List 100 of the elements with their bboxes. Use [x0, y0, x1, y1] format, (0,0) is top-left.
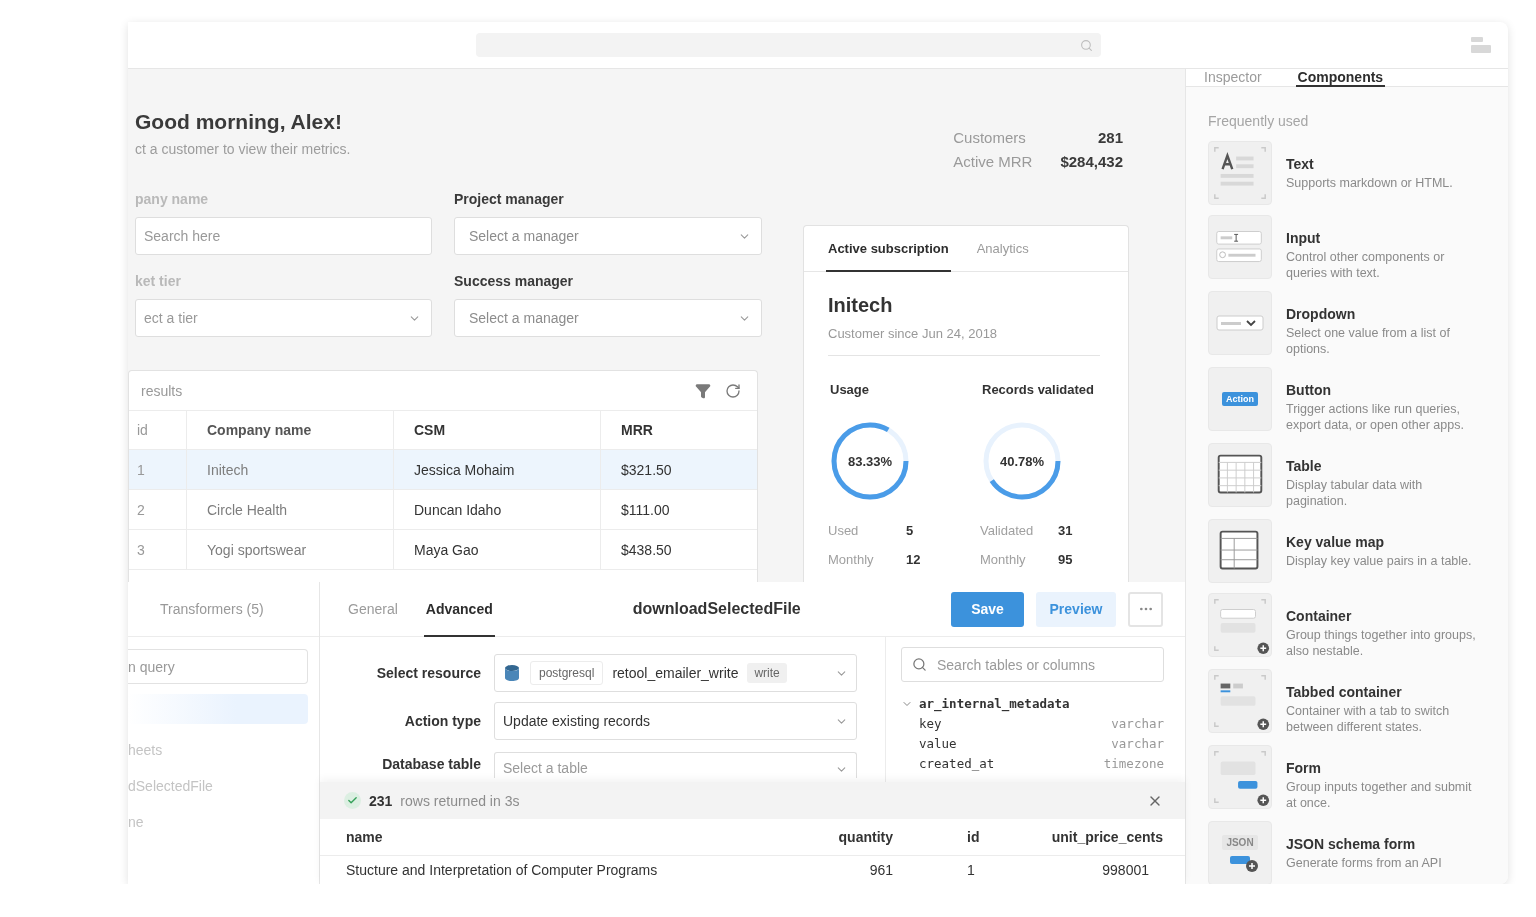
component-tile[interactable]	[1208, 593, 1272, 657]
action-button-icon: Action	[1222, 392, 1258, 406]
metric-label: Monthly	[828, 552, 875, 567]
select-field[interactable]: Select a manager	[454, 217, 762, 255]
component-tile[interactable]	[1208, 291, 1272, 355]
select-field[interactable]: Select a manager	[454, 299, 762, 337]
column-name: created_at	[919, 756, 995, 771]
column-name: value	[919, 736, 957, 751]
component-tile[interactable]: JSON	[1208, 821, 1272, 884]
table-cell: Circle Health	[186, 490, 393, 529]
field-label: Action type	[403, 713, 481, 729]
component-description: Select one value from a list of options.	[1286, 325, 1451, 357]
tab[interactable]: Components	[1295, 69, 1386, 87]
column-header: id	[966, 829, 981, 846]
component-description: Generate forms from an API	[1286, 855, 1443, 871]
greeting-title: Good morning, Alex!	[135, 109, 343, 135]
metric-label: Used	[828, 523, 860, 538]
save-button[interactable]: Save	[951, 591, 1024, 627]
metric-value: 5	[906, 523, 915, 538]
table-row[interactable]: 1 Initech Jessica Mohaim $321.50	[129, 450, 757, 490]
table-cell: Yogi sportswear	[186, 530, 393, 569]
table-row[interactable]: 2 Circle Health Duncan Idaho $111.00	[129, 490, 757, 530]
column-name: key	[919, 716, 942, 731]
query-item[interactable]: dSelectedFile	[128, 768, 308, 804]
table-name[interactable]: ar_internal_metadata	[919, 696, 1070, 711]
success-check-icon	[344, 792, 361, 810]
field-label: ket tier	[135, 273, 182, 289]
table-cell-text: 1	[966, 861, 976, 878]
select-field[interactable]: Update existing records	[494, 702, 857, 740]
column-header: Company name	[186, 411, 393, 449]
column-header: MRR	[600, 411, 757, 449]
query-item[interactable]: ne	[128, 804, 308, 840]
column-header: name	[346, 829, 384, 846]
dropdown-icon	[1216, 315, 1264, 331]
column-header: id	[136, 421, 149, 440]
metric-value: 12	[906, 552, 922, 567]
search-field[interactable]: n query	[128, 649, 308, 684]
component-name: Button	[1286, 382, 1333, 398]
table-cell: Jessica Mohaim	[393, 450, 600, 489]
preview-button[interactable]: Preview	[1036, 591, 1116, 627]
resource-name: retool_emailer_write	[612, 665, 739, 681]
component-tile[interactable]	[1208, 519, 1272, 583]
field-label: Success manager	[454, 273, 575, 289]
select-field[interactable]: Select a table	[494, 752, 857, 778]
tab[interactable]: Advanced	[423, 582, 495, 637]
tab[interactable]: Inspector	[1202, 69, 1264, 87]
table-cell-text: 961	[868, 861, 893, 878]
company-name: Initech	[828, 294, 894, 317]
field-label: pany name	[135, 191, 210, 207]
component-name: Table	[1286, 458, 1323, 474]
query-item[interactable]: heets	[128, 732, 308, 768]
component-name: Key value map	[1286, 534, 1386, 550]
tab[interactable]: Active subscription	[826, 226, 951, 272]
status-message: rows returned in 3s	[400, 792, 520, 809]
column-header: CSM	[393, 411, 600, 449]
field-label: Project manager	[454, 191, 565, 207]
stat-value: 281	[1096, 129, 1123, 146]
component-tile[interactable]	[1208, 215, 1272, 279]
table-cell-text: 2	[136, 500, 146, 520]
row-count: 231	[369, 792, 393, 809]
table-cell: Initech	[186, 450, 393, 489]
component-description: Display key value pairs in a table.	[1286, 553, 1473, 569]
refresh-icon[interactable]	[725, 382, 741, 399]
metric-title: Usage	[829, 382, 871, 397]
table-cell-text: 3	[136, 540, 146, 560]
component-tile[interactable]	[1208, 443, 1272, 507]
stat-label: Customers	[953, 129, 1027, 146]
metric-label: Validated	[980, 523, 1035, 538]
stat-value: $284,432	[1060, 153, 1123, 170]
search-field[interactable]: Search tables or columns	[901, 647, 1164, 682]
search-field[interactable]	[476, 33, 1101, 57]
resource-type-tag: postgresql	[530, 661, 604, 685]
component-description: Group inputs together and submit at once.	[1286, 779, 1473, 811]
component-name: Container	[1286, 608, 1353, 624]
table-cell: $111.00	[600, 490, 757, 529]
component-description: Supports markdown or HTML.	[1286, 175, 1454, 191]
field-label: Database table	[381, 756, 481, 772]
metric-value: 31	[1058, 523, 1074, 538]
panel-toggle-icon[interactable]	[1470, 36, 1492, 54]
component-name: Form	[1286, 760, 1322, 776]
search-icon	[1080, 38, 1093, 52]
table-row[interactable]: 3 Yogi sportswear Maya Gao $438.50	[129, 530, 757, 570]
component-tile[interactable]	[1208, 669, 1272, 733]
tab[interactable]: General	[346, 582, 400, 637]
component-tile[interactable]	[1208, 141, 1272, 205]
table-cell-text: 1	[136, 460, 146, 480]
component-tile[interactable]: Action	[1208, 367, 1272, 431]
resource-select[interactable]: postgresql retool_emailer_write write	[494, 654, 857, 692]
tab[interactable]: Transformers (5)	[160, 601, 264, 617]
metric-value: 95	[1058, 552, 1074, 567]
query-title: downloadSelectedFile	[632, 600, 801, 618]
search-field[interactable]: Search here	[135, 217, 432, 255]
table-cell: Duncan Idaho	[393, 490, 600, 529]
filter-icon[interactable]	[695, 382, 711, 399]
metric-title: Records validated	[981, 382, 1095, 397]
select-field[interactable]: ect a tier	[135, 299, 432, 337]
percentage-reading: 83.33%	[847, 453, 893, 469]
component-description: Trigger actions like run queries, export data, or open other apps.	[1286, 401, 1465, 433]
tab[interactable]: Analytics	[974, 226, 1031, 272]
component-tile[interactable]	[1208, 745, 1272, 809]
